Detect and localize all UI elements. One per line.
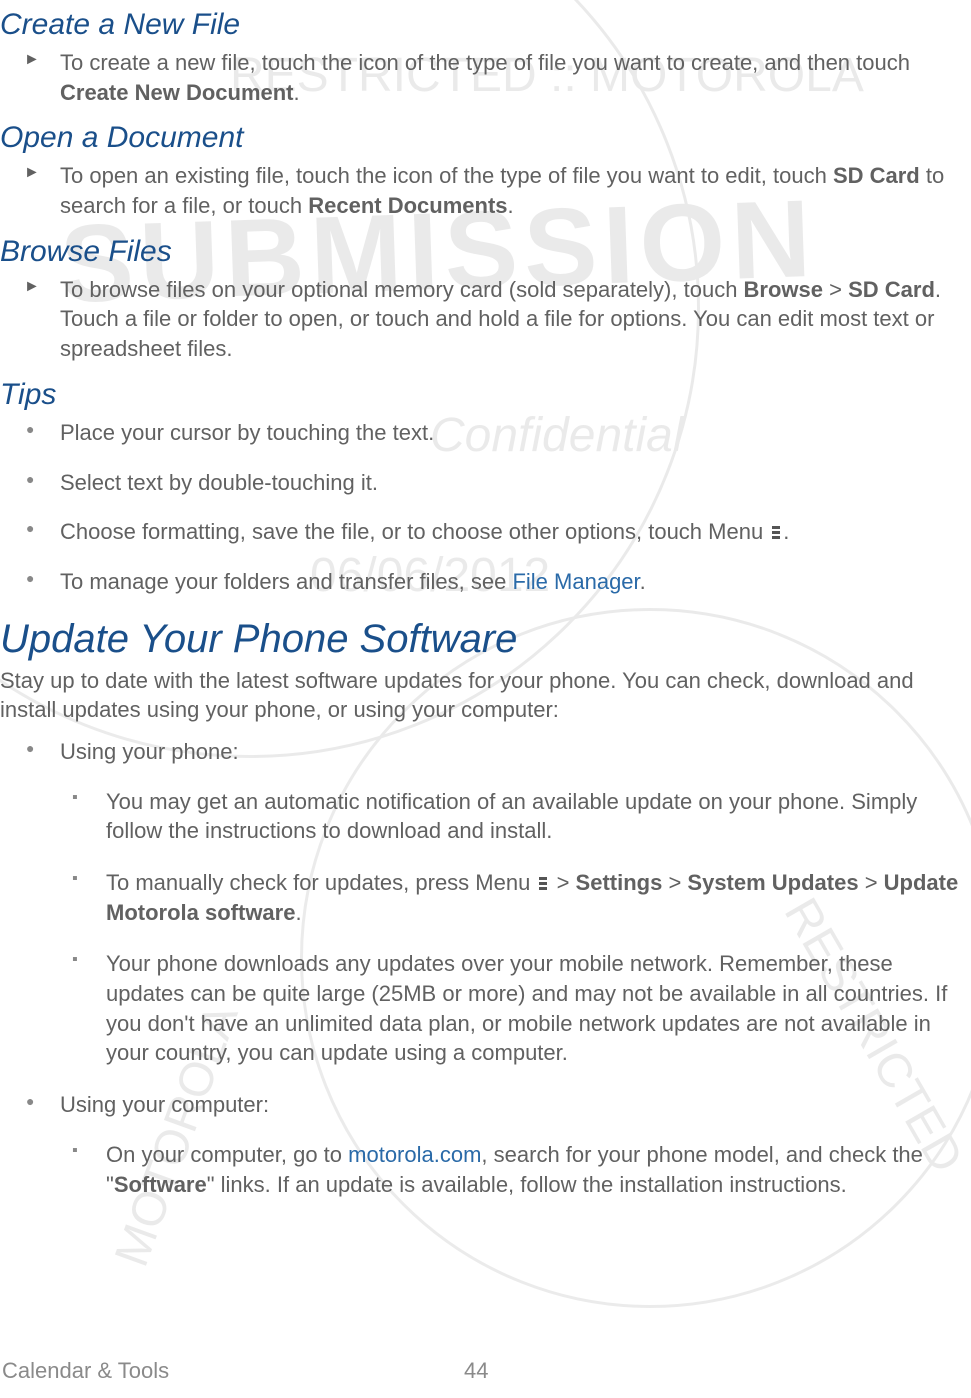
list-item: Place your cursor by touching the text. <box>10 418 961 448</box>
text: To create a new file, touch the icon of … <box>60 50 910 75</box>
list-item: To open an existing file, touch the icon… <box>10 161 961 220</box>
text: To open an existing file, touch the icon… <box>60 163 833 188</box>
list-item: Select text by double-touching it. <box>10 468 961 498</box>
text: To manage your folders and transfer file… <box>60 569 512 594</box>
text: Using your computer: <box>60 1092 269 1117</box>
text: . <box>640 569 646 594</box>
list-item: Choose formatting, save the file, or to … <box>10 517 961 547</box>
text-bold: SD Card <box>848 277 935 302</box>
text: . <box>294 80 300 105</box>
link-motorola[interactable]: motorola.com <box>348 1142 481 1167</box>
text: Using your phone: <box>60 739 239 764</box>
text-bold: Recent Documents <box>308 193 507 218</box>
heading-update-software: Update Your Phone Software <box>0 617 961 662</box>
heading-create-file: Create a New File <box>0 8 961 42</box>
list-item: You may get an automatic notification of… <box>56 787 961 846</box>
text: . <box>783 519 789 544</box>
text: . <box>508 193 514 218</box>
list-item: Using your computer: <box>10 1090 961 1120</box>
footer-page-number: 44 <box>464 1358 488 1384</box>
text: You may get an automatic notification of… <box>106 789 917 844</box>
text: Choose formatting, save the file, or to … <box>60 519 769 544</box>
list-item: To manually check for updates, press Men… <box>56 868 961 927</box>
text-bold: Browse <box>744 277 823 302</box>
list-item: On your computer, go to motorola.com, se… <box>56 1140 961 1199</box>
list-item: Using your phone: <box>10 737 961 767</box>
text: > <box>859 870 884 895</box>
text: > <box>550 870 575 895</box>
heading-open-document: Open a Document <box>0 121 961 155</box>
list-item: To create a new file, touch the icon of … <box>10 48 961 107</box>
text: Your phone downloads any updates over yo… <box>106 951 947 1065</box>
footer-section: Calendar & Tools <box>2 1358 169 1383</box>
text-bold: Software <box>114 1172 207 1197</box>
list-item: To manage your folders and transfer file… <box>10 567 961 597</box>
link-file-manager[interactable]: File Manager <box>512 569 639 594</box>
menu-icon <box>538 875 548 893</box>
list-item: Your phone downloads any updates over yo… <box>56 949 961 1068</box>
heading-browse-files: Browse Files <box>0 235 961 269</box>
text: . <box>295 900 301 925</box>
text: > <box>823 277 848 302</box>
text: To browse files on your optional memory … <box>60 277 744 302</box>
text-bold: System Updates <box>687 870 858 895</box>
text: To manually check for updates, press Men… <box>106 870 536 895</box>
list-item: To browse files on your optional memory … <box>10 275 961 364</box>
text: > <box>662 870 687 895</box>
menu-icon <box>771 524 781 542</box>
text-bold: Settings <box>576 870 663 895</box>
text-bold: SD Card <box>833 163 920 188</box>
text: Select text by double-touching it. <box>60 470 378 495</box>
heading-tips: Tips <box>0 378 961 412</box>
text-bold: Create New Document <box>60 80 294 105</box>
intro-text: Stay up to date with the latest software… <box>0 666 961 725</box>
page-footer: Calendar & Tools 44 <box>2 1358 971 1384</box>
text: On your computer, go to <box>106 1142 348 1167</box>
page-content: Create a New File To create a new file, … <box>0 8 971 1199</box>
text: " links. If an update is available, foll… <box>207 1172 847 1197</box>
text: Place your cursor by touching the text. <box>60 420 434 445</box>
